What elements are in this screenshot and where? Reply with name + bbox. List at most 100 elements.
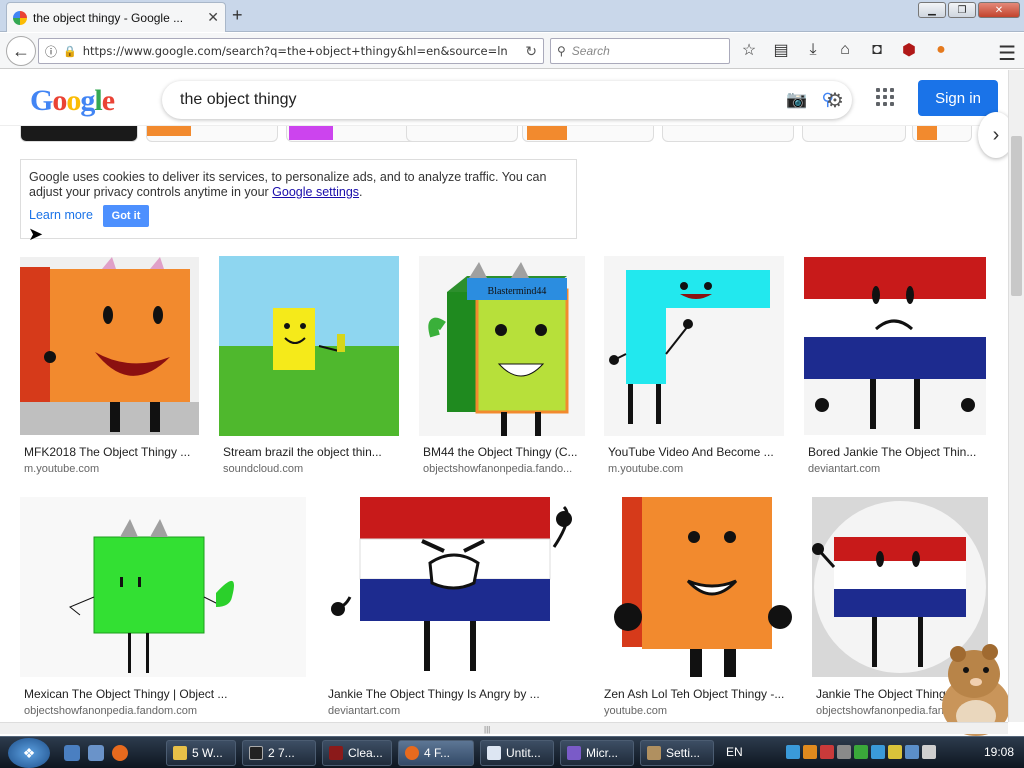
result-source[interactable]: m.youtube.com <box>608 463 780 475</box>
tray-icon[interactable] <box>786 745 800 759</box>
horizontal-scrollbar[interactable]: ||| <box>0 722 1008 734</box>
vertical-scrollbar[interactable] <box>1008 70 1024 722</box>
taskbar-button-firefox[interactable]: 4 F... <box>398 740 474 766</box>
result-source[interactable]: objectshowfanonpedia.fandom.com <box>24 705 304 717</box>
scrollbar-grip-icon[interactable]: ||| <box>484 725 494 734</box>
related-chip[interactable] <box>20 126 138 142</box>
taskbar-button-7zip[interactable]: 2 7... <box>242 740 316 766</box>
toolbar-icons: ☆ ▤ ⤓ ⌂ ◘ ⬢ ● <box>738 39 952 61</box>
system-tray <box>786 745 936 759</box>
related-chip[interactable] <box>286 126 418 142</box>
result-thumbnail[interactable] <box>219 256 399 436</box>
result-source[interactable]: objectshowfanonpedia.fando... <box>423 463 583 475</box>
maximize-button[interactable]: ❐ <box>948 2 976 18</box>
result-title[interactable]: BM44 the Object Thingy (C... <box>423 445 583 459</box>
result-title[interactable]: Jankie The Object Thingy Is Angry by ... <box>328 687 578 701</box>
result-source[interactable]: m.youtube.com <box>24 463 196 475</box>
image-result[interactable]: YouTube Video And Become ... m.youtube.c… <box>604 256 784 476</box>
reading-list-icon[interactable]: ▤ <box>770 39 792 61</box>
url-text[interactable]: https://www.google.com/search?q=the+obje… <box>83 44 520 58</box>
taskbar-button-microsoft[interactable]: Micr... <box>560 740 634 766</box>
volume-icon[interactable] <box>922 745 936 759</box>
related-chip[interactable] <box>522 126 654 142</box>
result-thumbnail[interactable] <box>324 497 580 677</box>
google-settings-link[interactable]: Google settings <box>272 185 359 199</box>
image-result[interactable]: Jankie The Object Thingy Is Angry by ...… <box>324 497 580 719</box>
back-button[interactable]: ← <box>6 36 36 66</box>
result-thumbnail[interactable] <box>600 497 792 677</box>
sign-in-button[interactable]: Sign in <box>918 80 998 116</box>
pocket-icon[interactable]: ◘ <box>866 39 888 61</box>
tray-icon[interactable] <box>803 745 817 759</box>
result-thumbnail[interactable] <box>604 256 784 436</box>
tab-close-icon[interactable]: ✕ <box>207 9 219 26</box>
bookmark-star-icon[interactable]: ☆ <box>738 39 760 61</box>
related-chip[interactable] <box>406 126 518 142</box>
tray-icon[interactable] <box>871 745 885 759</box>
result-thumbnail[interactable] <box>20 257 199 435</box>
result-thumbnail[interactable]: Blastermind44 <box>419 256 585 436</box>
related-chip[interactable] <box>662 126 794 142</box>
reload-icon[interactable]: ↻ <box>525 43 537 60</box>
clock[interactable]: 19:08 <box>984 745 1014 759</box>
result-title[interactable]: Bored Jankie The Object Thin... <box>808 445 984 459</box>
result-source[interactable]: deviantart.com <box>808 463 984 475</box>
learn-more-link[interactable]: Learn more <box>29 208 93 223</box>
network-icon[interactable] <box>905 745 919 759</box>
result-source[interactable]: youtube.com <box>604 705 790 717</box>
tray-icon[interactable] <box>888 745 902 759</box>
windows-logo-icon: ❖ <box>22 744 36 761</box>
google-logo[interactable]: Google <box>30 84 115 118</box>
result-title[interactable]: YouTube Video And Become ... <box>608 445 780 459</box>
apps-grid-icon[interactable] <box>876 88 894 106</box>
minimize-button[interactable]: ▁ <box>918 2 946 18</box>
result-thumbnail[interactable] <box>20 497 306 677</box>
google-search-input[interactable]: the object thingy 📷 ⚲ <box>162 81 852 119</box>
address-bar[interactable]: ⓘ 🔒 https://www.google.com/search?q=the+… <box>38 38 544 64</box>
image-result[interactable]: Zen Ash Lol Teh Object Thingy -... youtu… <box>600 497 792 719</box>
extension-icon[interactable]: ● <box>930 39 952 61</box>
download-icon[interactable]: ⤓ <box>802 39 824 61</box>
settings-gear-icon[interactable]: ⚙ <box>826 88 844 113</box>
switch-windows-icon[interactable] <box>88 745 104 761</box>
image-result[interactable]: MFK2018 The Object Thingy ... m.youtube.… <box>20 257 200 477</box>
info-icon[interactable]: ⓘ <box>45 43 57 60</box>
browser-search-box[interactable]: ⚲ Search <box>550 38 730 64</box>
window-close-button[interactable]: ✕ <box>978 2 1020 18</box>
result-title[interactable]: Zen Ash Lol Teh Object Thingy -... <box>604 687 790 701</box>
result-thumbnail[interactable] <box>804 257 986 435</box>
result-title[interactable]: Mexican The Object Thingy | Object ... <box>24 687 304 701</box>
start-button[interactable]: ❖ <box>8 738 50 768</box>
tray-icon[interactable] <box>854 745 868 759</box>
got-it-button[interactable]: Got it <box>103 205 149 227</box>
browser-tab[interactable]: the object thingy - Google ... ✕ <box>6 2 226 32</box>
taskbar-button-explorer[interactable]: 5 W... <box>166 740 236 766</box>
image-result[interactable]: Mexican The Object Thingy | Object ... o… <box>20 497 306 719</box>
result-source[interactable]: soundcloud.com <box>223 463 395 475</box>
show-desktop-icon[interactable] <box>64 745 80 761</box>
result-title[interactable]: Stream brazil the object thin... <box>223 445 395 459</box>
home-icon[interactable]: ⌂ <box>834 39 856 61</box>
image-result[interactable]: Blastermind44 BM44 the Object Thingy (C.… <box>419 256 585 476</box>
tray-icon[interactable] <box>837 745 851 759</box>
scrollbar-thumb[interactable] <box>1011 136 1022 296</box>
firefox-icon[interactable] <box>112 745 128 761</box>
hamburger-menu-icon[interactable]: ☰ <box>998 41 1016 66</box>
tab-title: the object thingy - Google ... <box>33 10 184 25</box>
related-chip[interactable] <box>146 126 278 142</box>
image-result[interactable]: Bored Jankie The Object Thin... devianta… <box>804 257 986 477</box>
taskbar-button-untitled[interactable]: Untit... <box>480 740 554 766</box>
taskbar-button-settings[interactable]: Setti... <box>640 740 714 766</box>
result-source[interactable]: deviantart.com <box>328 705 578 717</box>
image-result[interactable]: Stream brazil the object thin... soundcl… <box>219 256 399 476</box>
camera-icon[interactable]: 📷 <box>786 90 807 110</box>
new-tab-button[interactable]: + <box>232 5 243 26</box>
ublock-icon[interactable]: ⬢ <box>898 39 920 61</box>
tray-icon[interactable] <box>820 745 834 759</box>
related-chip[interactable] <box>912 126 972 142</box>
result-title[interactable]: MFK2018 The Object Thingy ... <box>24 445 196 459</box>
language-indicator[interactable]: EN <box>726 745 743 759</box>
search-query[interactable]: the object thingy <box>180 91 772 109</box>
taskbar-button-clean[interactable]: Clea... <box>322 740 392 766</box>
related-chip[interactable] <box>802 126 906 142</box>
